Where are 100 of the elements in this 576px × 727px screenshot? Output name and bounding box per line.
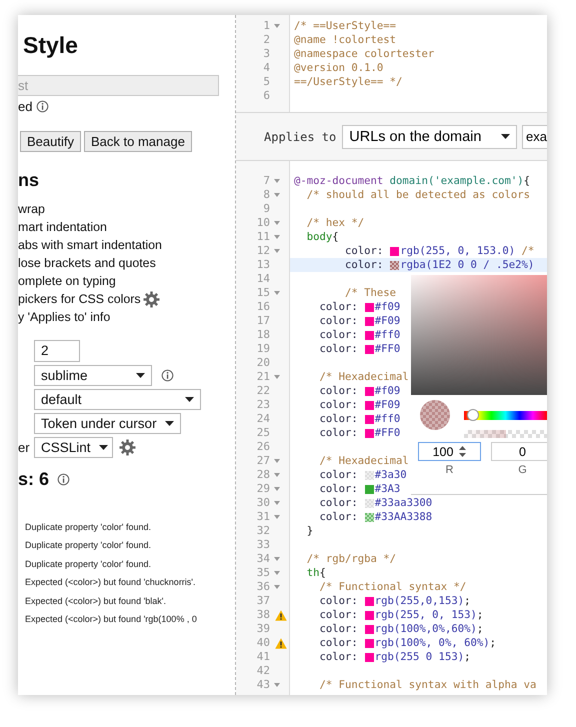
fold-icon[interactable] [274, 571, 280, 575]
slider-handle[interactable] [467, 409, 479, 421]
gear-icon[interactable] [142, 290, 160, 308]
color-swatch[interactable] [364, 596, 374, 606]
fold-icon[interactable] [274, 291, 280, 295]
fold-icon[interactable] [274, 683, 280, 687]
issue-message[interactable]: Duplicate property 'color' found. [25, 554, 235, 574]
line-number: 9 [262, 202, 270, 216]
action-button[interactable]: Back to manage [84, 131, 192, 152]
dropdown[interactable]: default [34, 389, 201, 410]
line-number: 15 [256, 286, 270, 300]
channel-field[interactable]: 100 [418, 442, 481, 461]
hue-slider[interactable] [464, 411, 547, 420]
color-swatch[interactable] [364, 512, 374, 522]
dropdown[interactable]: CSSLint [34, 437, 113, 458]
line-number: 14 [256, 272, 270, 286]
dropdown[interactable]: sublime [34, 365, 152, 386]
info-icon[interactable] [36, 100, 50, 112]
spinner-icon[interactable] [459, 446, 466, 457]
issue-message[interactable]: Expected (<color>) but found 'chucknorris'. [25, 573, 235, 592]
color-swatch[interactable] [364, 610, 374, 620]
color-swatch[interactable] [364, 652, 374, 662]
setting-label: er [18, 440, 30, 455]
code-text: #33AA3388 [374, 510, 432, 524]
saturation-field[interactable] [411, 275, 547, 395]
code-text: /* hex */ [306, 216, 364, 230]
code-text: /* These [344, 286, 396, 300]
color-swatch[interactable] [390, 246, 400, 256]
color-swatch[interactable] [390, 260, 400, 270]
code-text: th [306, 566, 320, 580]
color-swatch[interactable] [364, 470, 374, 480]
fold-icon[interactable] [274, 487, 280, 491]
fold-icon[interactable] [274, 557, 280, 561]
fold-icon[interactable] [274, 235, 280, 239]
option-label[interactable]: pickers for CSS colors [18, 292, 141, 306]
option-label[interactable]: y 'Applies to' info [18, 310, 110, 324]
code-text: ; [464, 594, 470, 608]
color-swatch[interactable] [364, 484, 374, 494]
domain-field[interactable]: exa [522, 124, 547, 148]
option-label[interactable]: wrap [18, 202, 45, 216]
color-swatch[interactable] [364, 414, 374, 424]
code-text: color: [344, 244, 384, 258]
code-text: ; [476, 622, 484, 636]
fold-icon[interactable] [274, 193, 280, 197]
issue-message[interactable]: Expected (<color>) but found 'rgb(100% , 0 [25, 610, 235, 628]
issue-message[interactable]: Duplicate property 'color' found. [25, 536, 235, 555]
color-swatch[interactable] [364, 428, 374, 438]
code-text: color: [318, 342, 358, 356]
fold-icon[interactable] [274, 501, 280, 505]
issue-message[interactable]: Duplicate property 'color' found. [25, 518, 235, 536]
line-number: 23 [256, 398, 270, 412]
fold-icon[interactable] [274, 179, 280, 183]
color-swatch[interactable] [364, 498, 374, 508]
option-label[interactable]: mart indentation [18, 220, 107, 234]
color-swatch[interactable] [364, 330, 374, 340]
color-swatch[interactable] [364, 344, 374, 354]
color-swatch[interactable] [364, 638, 374, 648]
fold-icon[interactable] [274, 515, 280, 519]
fold-icon[interactable] [274, 249, 280, 253]
fold-icon[interactable] [274, 24, 280, 28]
issue-message[interactable]: Expected (<color>) but found 'blak'. [25, 592, 235, 610]
color-swatch[interactable] [364, 386, 374, 396]
channel-label: R [446, 464, 454, 476]
enabled-label[interactable]: ed [18, 98, 32, 114]
color-swatch[interactable] [364, 624, 374, 634]
option-label[interactable]: lose brackets and quotes [18, 256, 156, 270]
fold-icon[interactable] [274, 473, 280, 477]
code-text: color: [318, 426, 358, 440]
option-label[interactable]: abs with smart indentation [18, 238, 162, 252]
code-text: #33aa3300 [374, 496, 432, 510]
number-field[interactable]: 2 [34, 340, 80, 362]
color-swatch[interactable] [364, 302, 374, 312]
opacity-slider[interactable] [464, 430, 547, 438]
info-icon[interactable] [161, 369, 174, 382]
gear-icon[interactable] [119, 439, 136, 456]
line-number: 34 [256, 552, 270, 566]
line-number: 10 [256, 216, 270, 230]
info-icon[interactable] [57, 472, 70, 486]
code-text: rgb(255, 0, 153.0) [400, 244, 516, 258]
color-swatch[interactable] [364, 316, 374, 326]
caret-icon [164, 421, 174, 426]
warning-icon[interactable] [275, 610, 287, 620]
code-text: color: [318, 496, 358, 510]
channel-field[interactable]: 0 [491, 442, 547, 461]
fold-icon[interactable] [274, 585, 280, 589]
fold-icon[interactable] [274, 375, 280, 379]
color-swatch[interactable] [364, 400, 374, 410]
code-text: color: [318, 300, 358, 314]
line-number: 40 [256, 636, 270, 650]
code-text: color: [318, 412, 358, 426]
fold-icon[interactable] [274, 221, 280, 225]
applies-to-dropdown[interactable]: URLs on the domain [342, 124, 518, 148]
action-button[interactable]: Beautify [20, 131, 81, 152]
option-label[interactable]: omplete on typing [18, 274, 116, 288]
dropdown[interactable]: Token under cursor [34, 413, 181, 434]
fold-icon[interactable] [274, 459, 280, 463]
code-text: #3A3 [374, 482, 400, 496]
code-text: #FF0 [374, 342, 400, 356]
warning-icon[interactable] [275, 638, 287, 648]
line-number: 22 [256, 384, 270, 398]
